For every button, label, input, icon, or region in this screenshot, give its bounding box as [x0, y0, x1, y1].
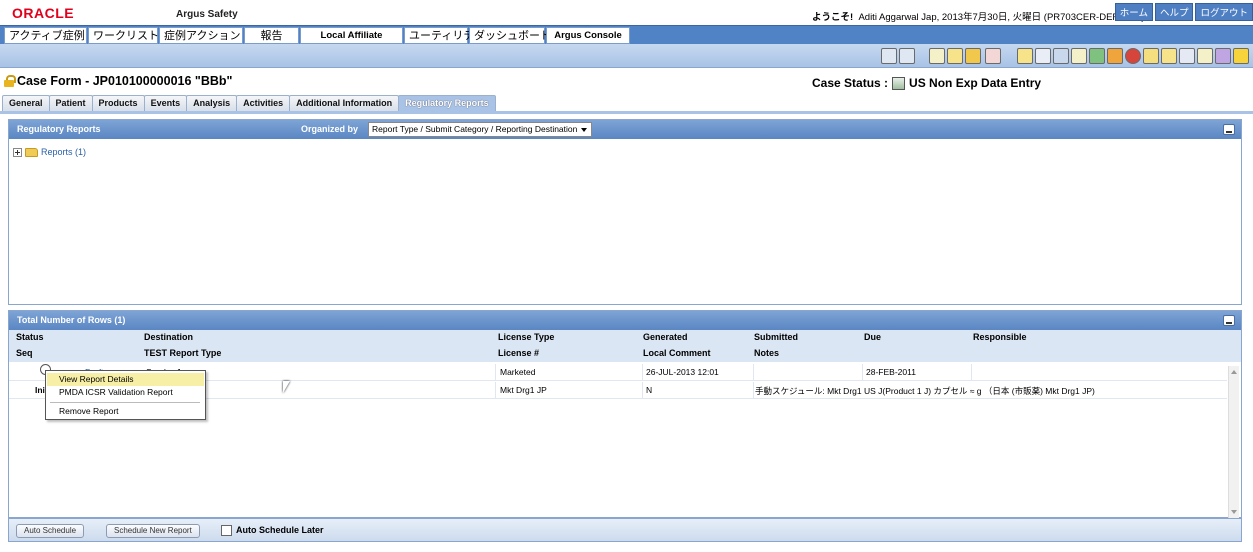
col-status[interactable]: Status — [16, 332, 44, 342]
medwatch-icon[interactable] — [1143, 48, 1159, 64]
main-menu-bar: アクティブ症例 ワークリスト 症例アクション 報告 Local Affiliat… — [0, 25, 1253, 44]
auto-schedule-later-label: Auto Schedule Later — [236, 525, 324, 535]
col-local-comment[interactable]: Local Comment — [643, 348, 711, 358]
grid-scrollbar[interactable] — [1228, 366, 1239, 518]
check-icon[interactable] — [1197, 48, 1213, 64]
mouse-cursor-icon — [283, 381, 290, 393]
auto-schedule-later-checkbox[interactable] — [221, 525, 232, 536]
schedule-new-report-button[interactable]: Schedule New Report — [106, 524, 200, 538]
tab-analysis[interactable]: Analysis — [186, 95, 238, 111]
top-banner: ORACLE Argus Safety ようこそ! Aditi Aggarwal… — [0, 0, 1253, 25]
report-rows-header: Total Number of Rows (1) — [9, 311, 1241, 330]
tab-additional-information[interactable]: Additional Information — [289, 95, 400, 111]
regulatory-reports-panel: Regulatory Reports Organized by Report T… — [8, 119, 1242, 305]
col-generated[interactable]: Generated — [643, 332, 688, 342]
organized-by-select[interactable]: Report Type / Submit Category / Reportin… — [368, 122, 592, 137]
menu-view-report-details[interactable]: View Report Details — [47, 373, 204, 386]
app-name: Argus Safety — [176, 9, 238, 20]
case-title: Case Form - JP010100000016 "BBb" — [4, 74, 232, 88]
top-links: ホーム ヘルプ ログアウト — [1114, 3, 1253, 21]
context-menu: View Report Details PMDA ICSR Validation… — [45, 370, 206, 420]
menu-local-affiliate[interactable]: Local Affiliate — [300, 27, 403, 44]
notes-cell: 手動スケジュール: Mkt Drg1 US J(Product 1 J) カプセ… — [755, 386, 1095, 396]
tab-regulatory-reports[interactable]: Regulatory Reports — [398, 95, 496, 111]
lock-case-icon[interactable] — [1107, 48, 1123, 64]
license-number-cell: Mkt Drg1 JP — [500, 385, 547, 395]
menu-worklist[interactable]: ワークリスト — [88, 27, 159, 44]
oracle-logo: ORACLE — [12, 5, 75, 21]
menu-remove-report[interactable]: Remove Report — [47, 405, 204, 418]
local-comment-cell: N — [646, 385, 653, 395]
col-seq[interactable]: Seq — [16, 348, 33, 358]
col-notes[interactable]: Notes — [754, 348, 779, 358]
menu-separator — [50, 402, 200, 403]
menu-case-actions[interactable]: 症例アクション — [159, 27, 243, 44]
col-responsible[interactable]: Responsible — [973, 332, 1027, 342]
welcome-text: ようこそ! Aditi Aggarwal Jap, 2013年7月30日, 火曜… — [812, 12, 1145, 23]
footer-bar: Auto Schedule Schedule New Report Auto S… — [8, 518, 1242, 542]
lock-icon — [4, 75, 16, 87]
new-document-icon[interactable] — [947, 48, 963, 64]
menu-pmda-icsr-validation-report[interactable]: PMDA ICSR Validation Report — [47, 386, 204, 399]
folder-icon — [25, 147, 38, 157]
expand-icon[interactable] — [13, 147, 22, 157]
save-icon[interactable] — [1053, 48, 1069, 64]
tab-events[interactable]: Events — [143, 95, 188, 111]
grid-header-row-1: Status Destination License Type Generate… — [9, 330, 1241, 346]
tab-activities[interactable]: Activities — [236, 95, 291, 111]
col-due[interactable]: Due — [864, 332, 881, 342]
auto-schedule-button[interactable]: Auto Schedule — [16, 524, 85, 538]
menu-dashboard[interactable]: ダッシュボード — [469, 27, 551, 44]
due-cell: 28-FEB-2011 — [866, 367, 916, 377]
workflow-status-icon — [892, 76, 906, 90]
case-tabs: General Patient Products Events Analysis… — [2, 95, 496, 111]
license-type-cell: Marketed — [500, 367, 536, 377]
seq-cell: Ini — [35, 385, 45, 395]
delete-icon[interactable] — [1125, 48, 1141, 64]
attachment-icon[interactable] — [1161, 48, 1177, 64]
chevron-down-icon — [581, 128, 587, 132]
scroll-down-icon[interactable] — [1231, 510, 1237, 514]
home-link[interactable]: ホーム — [1114, 3, 1153, 21]
help-icon[interactable] — [1233, 48, 1249, 64]
print-icon[interactable] — [929, 48, 945, 64]
calendar-icon[interactable] — [1179, 48, 1195, 64]
reports-tree-node[interactable]: Reports (1) — [13, 147, 86, 157]
help-link[interactable]: ヘルプ — [1154, 3, 1194, 21]
case-open-icon[interactable] — [1017, 48, 1033, 64]
toolbar — [0, 44, 1253, 68]
close-case-icon[interactable] — [1071, 48, 1087, 64]
col-license-number[interactable]: License # — [498, 348, 539, 358]
col-license-type[interactable]: License Type — [498, 332, 554, 342]
col-submitted[interactable]: Submitted — [754, 332, 798, 342]
col-report-type[interactable]: TEST Report Type — [144, 348, 221, 358]
tab-underline — [0, 111, 1253, 114]
menu-utilities[interactable]: ユーティリティ — [404, 27, 485, 44]
validate-icon[interactable] — [1215, 48, 1231, 64]
collapse-panel-button[interactable] — [1223, 124, 1235, 135]
reports-tree-label[interactable]: Reports (1) — [41, 147, 86, 157]
organized-by-label: Organized by — [301, 124, 359, 134]
generated-cell: 26-JUL-2013 12:01 — [646, 367, 719, 377]
scroll-up-icon[interactable] — [1231, 370, 1237, 374]
menu-reports[interactable]: 報告 — [244, 27, 299, 44]
open-folder-icon[interactable] — [965, 48, 981, 64]
col-destination[interactable]: Destination — [144, 332, 193, 342]
grid-header-row-2: Seq TEST Report Type License # Local Com… — [9, 346, 1241, 362]
tab-patient[interactable]: Patient — [48, 95, 93, 111]
report-icon[interactable] — [985, 48, 1001, 64]
copy-case-icon[interactable] — [1035, 48, 1051, 64]
collapse-panel-button[interactable] — [1223, 315, 1235, 326]
case-status: Case Status : US Non Exp Data Entry — [812, 76, 1042, 90]
translate-icon[interactable] — [899, 48, 915, 64]
tab-products[interactable]: Products — [91, 95, 145, 111]
tab-general[interactable]: General — [2, 95, 50, 111]
menu-active-cases[interactable]: アクティブ症例 — [4, 27, 87, 44]
route-icon[interactable] — [1089, 48, 1105, 64]
spell-check-icon[interactable] — [881, 48, 897, 64]
logout-link[interactable]: ログアウト — [1195, 3, 1253, 21]
menu-argus-console[interactable]: Argus Console — [546, 27, 630, 44]
regulatory-reports-header: Regulatory Reports Organized by Report T… — [9, 120, 1241, 139]
